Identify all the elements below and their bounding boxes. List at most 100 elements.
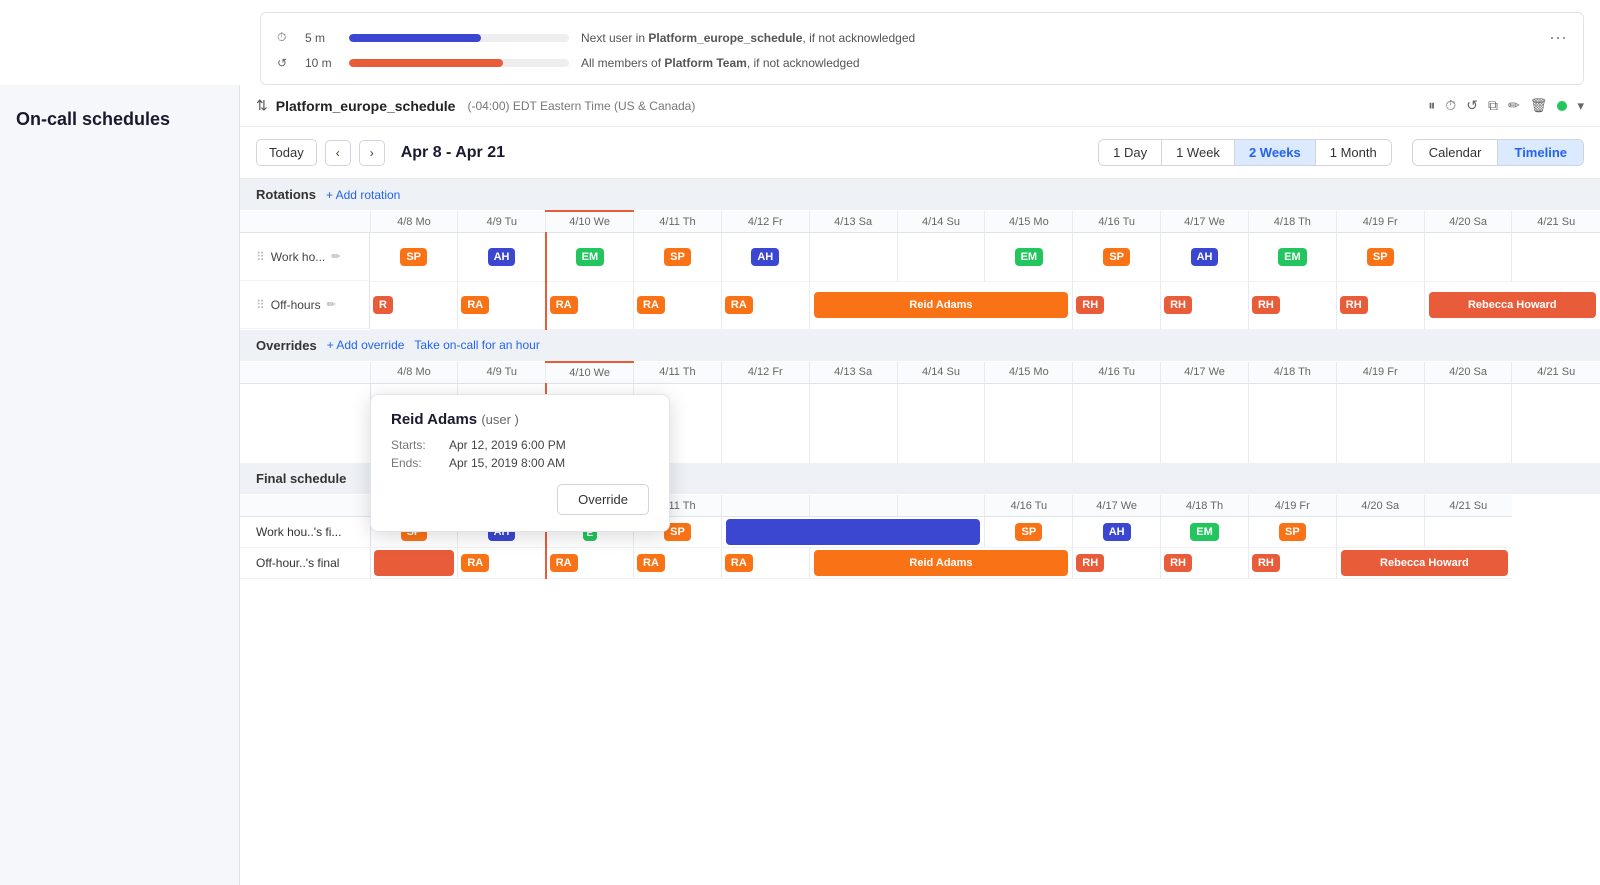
copy-icon[interactable]: ⧉ bbox=[1488, 97, 1498, 114]
badge-sp-8[interactable]: SP bbox=[1103, 248, 1130, 266]
badge-ra-3[interactable]: RA bbox=[637, 296, 665, 314]
drag-handle-off[interactable]: ⠿ bbox=[256, 298, 265, 312]
rotate-icon[interactable]: ↺ bbox=[1466, 97, 1478, 114]
of-cell-1: RA bbox=[458, 548, 546, 579]
delete-icon[interactable]: 🗑 bbox=[1530, 97, 1548, 114]
final-schedule-title: Final schedule bbox=[256, 471, 346, 486]
next-button[interactable]: › bbox=[359, 140, 385, 166]
fs-col-4 bbox=[721, 495, 809, 517]
take-oncall-link[interactable]: Take on-call for an hour bbox=[414, 338, 539, 352]
col-header-10: 4/18 Th bbox=[1248, 211, 1336, 233]
off-hours-row: ⠿ Off-hours ✏ R RA RA RA RA Reid Adams bbox=[240, 281, 1600, 329]
view-2weeks[interactable]: 2 Weeks bbox=[1235, 140, 1316, 165]
pause-icon[interactable]: ⏸ bbox=[1428, 97, 1435, 114]
badge-em-7[interactable]: EM bbox=[1015, 248, 1044, 266]
badge-r-0[interactable]: R bbox=[373, 296, 393, 314]
badge-ah-1[interactable]: AH bbox=[488, 248, 516, 266]
wf-blue-badge[interactable] bbox=[726, 519, 981, 545]
of-badge-ra-4[interactable]: RA bbox=[725, 554, 753, 572]
chevron-down-icon[interactable]: ▾ bbox=[1577, 98, 1584, 114]
drag-handle-work[interactable]: ⠿ bbox=[256, 250, 265, 264]
of-badge-rh-9[interactable]: RH bbox=[1164, 554, 1192, 572]
view-1day[interactable]: 1 Day bbox=[1099, 140, 1162, 165]
badge-sp-3[interactable]: SP bbox=[664, 248, 691, 266]
override-button[interactable]: Override bbox=[557, 484, 649, 515]
overrides-title: Overrides bbox=[256, 338, 317, 353]
of-badge-rh-8[interactable]: RH bbox=[1076, 554, 1104, 572]
add-override-link[interactable]: + Add override bbox=[327, 338, 405, 352]
wf-badge-ah-8[interactable]: AH bbox=[1103, 523, 1131, 541]
wf-badge-sp-7[interactable]: SP bbox=[1015, 523, 1042, 541]
prev-button[interactable]: ‹ bbox=[325, 140, 351, 166]
wh-cell-2: EM bbox=[546, 233, 634, 282]
of-badge-rh-10[interactable]: RH bbox=[1252, 554, 1280, 572]
ov-col-7: 4/15 Mo bbox=[985, 362, 1073, 384]
schedule-timezone: (-04:00) EDT Eastern Time (US & Canada) bbox=[467, 99, 695, 113]
badge-em-10[interactable]: EM bbox=[1278, 248, 1307, 266]
clock-icon[interactable]: ⏱ bbox=[1445, 97, 1456, 114]
wh-cell-3: SP bbox=[634, 233, 722, 282]
escalation-row-2: ↺ 10 m All members of Platform Team, if … bbox=[277, 52, 1567, 74]
of-red-0[interactable] bbox=[374, 550, 455, 576]
edit-off-icon[interactable]: ✏ bbox=[327, 298, 336, 311]
ov-cell-11 bbox=[1336, 383, 1424, 463]
sort-icon[interactable]: ⇅ bbox=[256, 97, 268, 114]
badge-em-2[interactable]: EM bbox=[576, 248, 605, 266]
col-header-9: 4/17 We bbox=[1161, 211, 1249, 233]
reid-adams-badge-final[interactable]: Reid Adams bbox=[814, 550, 1069, 576]
view-1week[interactable]: 1 Week bbox=[1162, 140, 1235, 165]
badge-rh-9[interactable]: RH bbox=[1164, 296, 1192, 314]
view-buttons-group: 1 Day 1 Week 2 Weeks 1 Month bbox=[1098, 139, 1392, 166]
badge-ah-4[interactable]: AH bbox=[751, 248, 779, 266]
ov-cell-5 bbox=[809, 383, 897, 463]
rebecca-howard-badge-final[interactable]: Rebecca Howard bbox=[1341, 550, 1508, 576]
badge-rh-11[interactable]: RH bbox=[1340, 296, 1368, 314]
timer-icon-2: ↺ bbox=[277, 56, 293, 70]
more-options-btn[interactable]: ··· bbox=[1549, 27, 1567, 48]
oh-cell-rebecca-span: Rebecca Howard bbox=[1424, 281, 1600, 329]
tooltip-starts-row: Starts: Apr 12, 2019 6:00 PM bbox=[391, 438, 649, 452]
view-1month[interactable]: 1 Month bbox=[1316, 140, 1391, 165]
badge-sp-0[interactable]: SP bbox=[400, 248, 427, 266]
oh-cell-3: RA bbox=[634, 281, 722, 329]
wf-badge-em-9[interactable]: EM bbox=[1190, 523, 1219, 541]
badge-ra-2[interactable]: RA bbox=[550, 296, 578, 314]
add-rotation-link[interactable]: + Add rotation bbox=[326, 188, 400, 202]
wh-cell-8: SP bbox=[1073, 233, 1161, 282]
tooltip-ends-value: Apr 15, 2019 8:00 AM bbox=[449, 456, 565, 470]
display-timeline[interactable]: Timeline bbox=[1498, 140, 1583, 165]
of-badge-ra-2[interactable]: RA bbox=[550, 554, 578, 572]
wf-badge-sp-10[interactable]: SP bbox=[1279, 523, 1306, 541]
today-button[interactable]: Today bbox=[256, 139, 317, 166]
reid-adams-badge-rot[interactable]: Reid Adams bbox=[814, 292, 1069, 318]
wf-cell-12 bbox=[1424, 517, 1512, 548]
badge-ra-1[interactable]: RA bbox=[461, 296, 489, 314]
of-badge-ra-1[interactable]: RA bbox=[461, 554, 489, 572]
wf-cell-9: EM bbox=[1161, 517, 1249, 548]
rotations-header: Rotations + Add rotation bbox=[240, 179, 1600, 210]
off-hours-label: ⠿ Off-hours ✏ bbox=[240, 281, 370, 329]
calendar-toolbar: Today ‹ › Apr 8 - Apr 21 1 Day 1 Week 2 … bbox=[240, 127, 1600, 179]
oh-cell-10: RH bbox=[1248, 281, 1336, 329]
edit-icon[interactable]: ✏ bbox=[1508, 97, 1520, 114]
ov-cell-6 bbox=[897, 383, 985, 463]
rebecca-howard-badge-rot[interactable]: Rebecca Howard bbox=[1429, 292, 1596, 318]
wh-cell-10: EM bbox=[1248, 233, 1336, 282]
fs-col-6 bbox=[897, 495, 985, 517]
badge-rh-8[interactable]: RH bbox=[1076, 296, 1104, 314]
badge-rh-10[interactable]: RH bbox=[1252, 296, 1280, 314]
ov-cell-12 bbox=[1424, 383, 1512, 463]
badge-ah-9[interactable]: AH bbox=[1191, 248, 1219, 266]
badge-ra-4[interactable]: RA bbox=[725, 296, 753, 314]
display-calendar[interactable]: Calendar bbox=[1413, 140, 1499, 165]
wh-cell-4: AH bbox=[721, 233, 809, 282]
of-badge-ra-3[interactable]: RA bbox=[637, 554, 665, 572]
badge-sp-11[interactable]: SP bbox=[1367, 248, 1394, 266]
col-header-7: 4/15 Mo bbox=[985, 211, 1073, 233]
esc-time-1: 5 m bbox=[305, 31, 337, 45]
work-hours-row: ⠿ Work ho... ✏ SP AH EM SP AH EM bbox=[240, 233, 1600, 282]
oh-cell-2: RA bbox=[546, 281, 634, 329]
edit-work-icon[interactable]: ✏ bbox=[331, 250, 340, 263]
off-hours-name: Off-hours bbox=[271, 298, 321, 312]
oh-cell-9: RH bbox=[1161, 281, 1249, 329]
